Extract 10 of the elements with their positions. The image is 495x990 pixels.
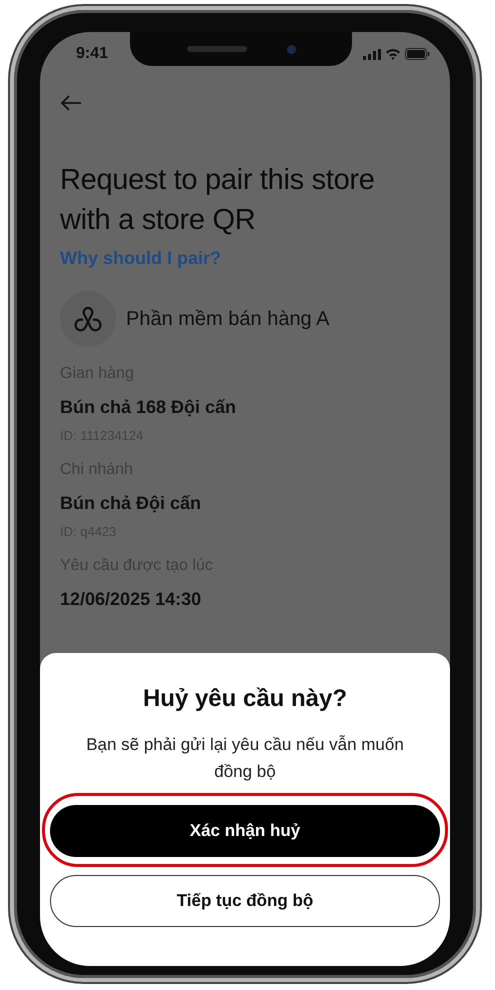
sheet-title: Huỷ yêu cầu này? <box>142 685 348 713</box>
sheet-message: Bạn sẽ phải gửi lại yêu cầu nếu vẫn muốn đồng bộ <box>85 734 405 783</box>
field-value: Bún chả Đội cấn <box>60 493 202 514</box>
confirm-button[interactable]: Xác nhận huỷ <box>50 805 440 857</box>
continue-button[interactable]: Tiếp tục đồng bộ <box>50 875 440 927</box>
field-value: 12/06/2025 14:30 <box>60 589 202 610</box>
status-time: 9:41 <box>76 45 108 63</box>
page-title: Request to pair this store with a store QR <box>60 163 376 238</box>
field-value: Bún chả 168 Đội cấn <box>60 397 238 418</box>
app-name: Phần mềm bán hàng A <box>126 308 330 330</box>
